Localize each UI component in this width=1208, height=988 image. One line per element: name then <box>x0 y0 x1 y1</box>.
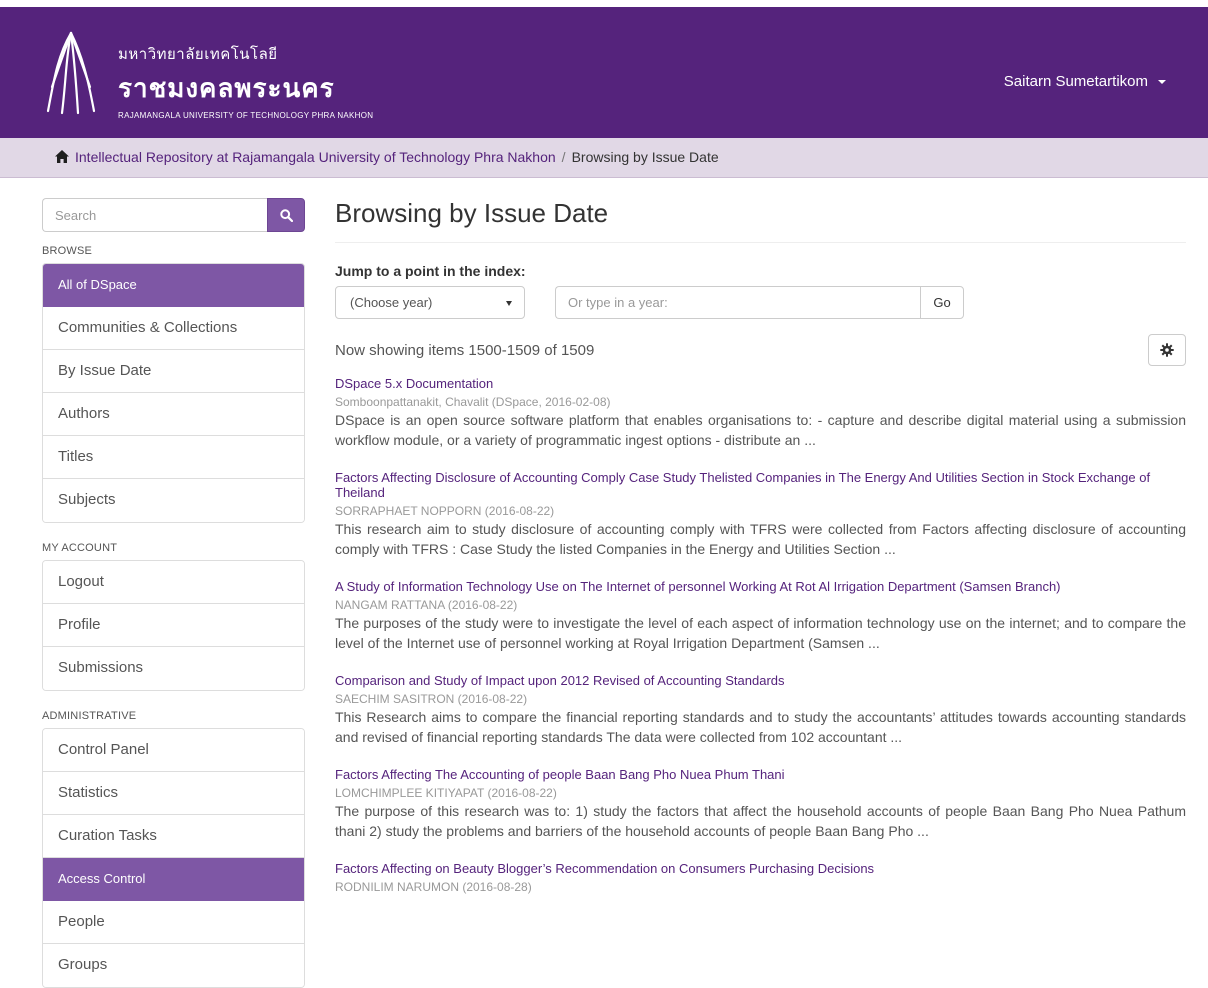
breadcrumb-current: Browsing by Issue Date <box>571 149 719 165</box>
result-title-link[interactable]: A Study of Information Technology Use on… <box>335 579 1186 594</box>
gear-icon <box>1160 343 1174 357</box>
page-title: Browsing by Issue Date <box>335 198 1186 243</box>
sidebar-item-all-of-dspace[interactable]: All of DSpace <box>43 264 304 307</box>
year-select-value: (Choose year) <box>350 295 433 310</box>
home-icon[interactable] <box>55 150 69 163</box>
list-item: DSpace 5.x Documentation Somboonpattanak… <box>335 376 1186 450</box>
sidebar-item-logout[interactable]: Logout <box>43 561 304 604</box>
result-abstract: The purposes of the study were to invest… <box>335 615 1186 651</box>
administrative-section-label: ADMINISTRATIVE <box>42 710 137 722</box>
university-logo-icon[interactable] <box>44 27 98 119</box>
breadcrumb-bar: Intellectual Repository at Rajamangala U… <box>0 138 1208 178</box>
sidebar-item-by-issue-date[interactable]: By Issue Date <box>43 350 304 393</box>
my-account-section-label: MY ACCOUNT <box>42 542 118 554</box>
browse-section-label: BROWSE <box>42 245 93 257</box>
logo-thai-small: มหาวิทยาลัยเทคโนโลยี <box>118 45 278 63</box>
sidebar-item-submissions[interactable]: Submissions <box>43 647 304 690</box>
sidebar-item-communities-collections[interactable]: Communities & Collections <box>43 307 304 350</box>
result-meta: RODNILIM NARUMON (2016-08-28) <box>335 880 532 894</box>
settings-button[interactable] <box>1148 334 1186 366</box>
browse-nav: All of DSpace Communities & Collections … <box>42 263 305 523</box>
result-meta: LOMCHIMPLEE KITIYAPAT (2016-08-22) <box>335 786 557 800</box>
result-meta: SORRAPHAET NOPPORN (2016-08-22) <box>335 504 555 518</box>
list-item: Factors Affecting Disclosure of Accounti… <box>335 470 1186 559</box>
sidebar-item-access-control[interactable]: Access Control <box>43 858 304 901</box>
sidebar-item-subjects[interactable]: Subjects <box>43 479 304 522</box>
caret-down-icon <box>1158 80 1166 85</box>
year-input[interactable] <box>555 286 920 319</box>
sidebar: BROWSE All of DSpace Communities & Colle… <box>42 198 305 988</box>
result-abstract: This Research aims to compare the financ… <box>335 709 1186 745</box>
logo-text[interactable]: มหาวิทยาลัยเทคโนโลยี ราชมงคลพระนคร RAJAM… <box>118 42 373 120</box>
result-abstract: The purpose of this research was to: 1) … <box>335 803 1186 839</box>
result-abstract: This research aim to study disclosure of… <box>335 521 1186 557</box>
breadcrumb-home-link[interactable]: Intellectual Repository at Rajamangala U… <box>75 149 556 165</box>
result-meta: SAECHIM SASITRON (2016-08-22) <box>335 692 528 706</box>
logo-thai-big: ราชมงคลพระนคร <box>118 74 335 104</box>
breadcrumb-separator: / <box>561 149 566 165</box>
user-name: Saitarn Sumetartikom <box>1003 73 1148 90</box>
sidebar-item-curation-tasks[interactable]: Curation Tasks <box>43 815 304 858</box>
search-input[interactable] <box>42 198 267 232</box>
result-title-link[interactable]: DSpace 5.x Documentation <box>335 376 1186 391</box>
result-title-link[interactable]: Factors Affecting Disclosure of Accounti… <box>335 470 1186 500</box>
jump-label: Jump to a point in the index: <box>335 263 526 279</box>
sidebar-item-titles[interactable]: Titles <box>43 436 304 479</box>
result-title-link[interactable]: Comparison and Study of Impact upon 2012… <box>335 673 1186 688</box>
sidebar-search <box>42 198 305 232</box>
result-title-link[interactable]: Factors Affecting The Accounting of peop… <box>335 767 1186 782</box>
sidebar-item-profile[interactable]: Profile <box>43 604 304 647</box>
result-meta: Somboonpattanakit, Chavalit (DSpace, 201… <box>335 395 611 409</box>
list-item: Factors Affecting on Beauty Blogger’s Re… <box>335 861 1186 894</box>
logo-english-name: RAJAMANGALA UNIVERSITY OF TECHNOLOGY PHR… <box>118 111 374 120</box>
jump-row: (Choose year) Go <box>335 286 1186 320</box>
list-item: Comparison and Study of Impact upon 2012… <box>335 673 1186 747</box>
admin-nav: Control Panel Statistics Curation Tasks … <box>42 728 305 988</box>
site-header: มหาวิทยาลัยเทคโนโลยี ราชมงคลพระนคร RAJAM… <box>0 0 1208 138</box>
year-select[interactable]: (Choose year) <box>335 286 525 319</box>
results-list: DSpace 5.x Documentation Somboonpattanak… <box>335 376 1186 894</box>
result-title-link[interactable]: Factors Affecting on Beauty Blogger’s Re… <box>335 861 1186 876</box>
sidebar-item-groups[interactable]: Groups <box>43 944 304 987</box>
list-item: A Study of Information Technology Use on… <box>335 579 1186 653</box>
sidebar-item-people[interactable]: People <box>43 901 304 944</box>
breadcrumb: Intellectual Repository at Rajamangala U… <box>55 149 719 165</box>
sidebar-item-statistics[interactable]: Statistics <box>43 772 304 815</box>
go-button[interactable]: Go <box>920 286 964 319</box>
search-icon <box>279 208 293 222</box>
result-abstract: DSpace is an open source software platfo… <box>335 412 1186 448</box>
showing-row: Now showing items 1500-1509 of 1509 <box>335 334 1186 366</box>
search-button[interactable] <box>267 198 305 232</box>
result-meta: NANGAM RATTANA (2016-08-22) <box>335 598 518 612</box>
chevron-down-icon <box>506 301 512 306</box>
sidebar-item-control-panel[interactable]: Control Panel <box>43 729 304 772</box>
account-nav: Logout Profile Submissions <box>42 560 305 691</box>
main-content: Browsing by Issue Date Jump to a point i… <box>335 198 1186 914</box>
showing-count: Now showing items 1500-1509 of 1509 <box>335 342 595 359</box>
sidebar-item-authors[interactable]: Authors <box>43 393 304 436</box>
list-item: Factors Affecting The Accounting of peop… <box>335 767 1186 841</box>
user-menu[interactable]: Saitarn Sumetartikom <box>1004 73 1166 90</box>
